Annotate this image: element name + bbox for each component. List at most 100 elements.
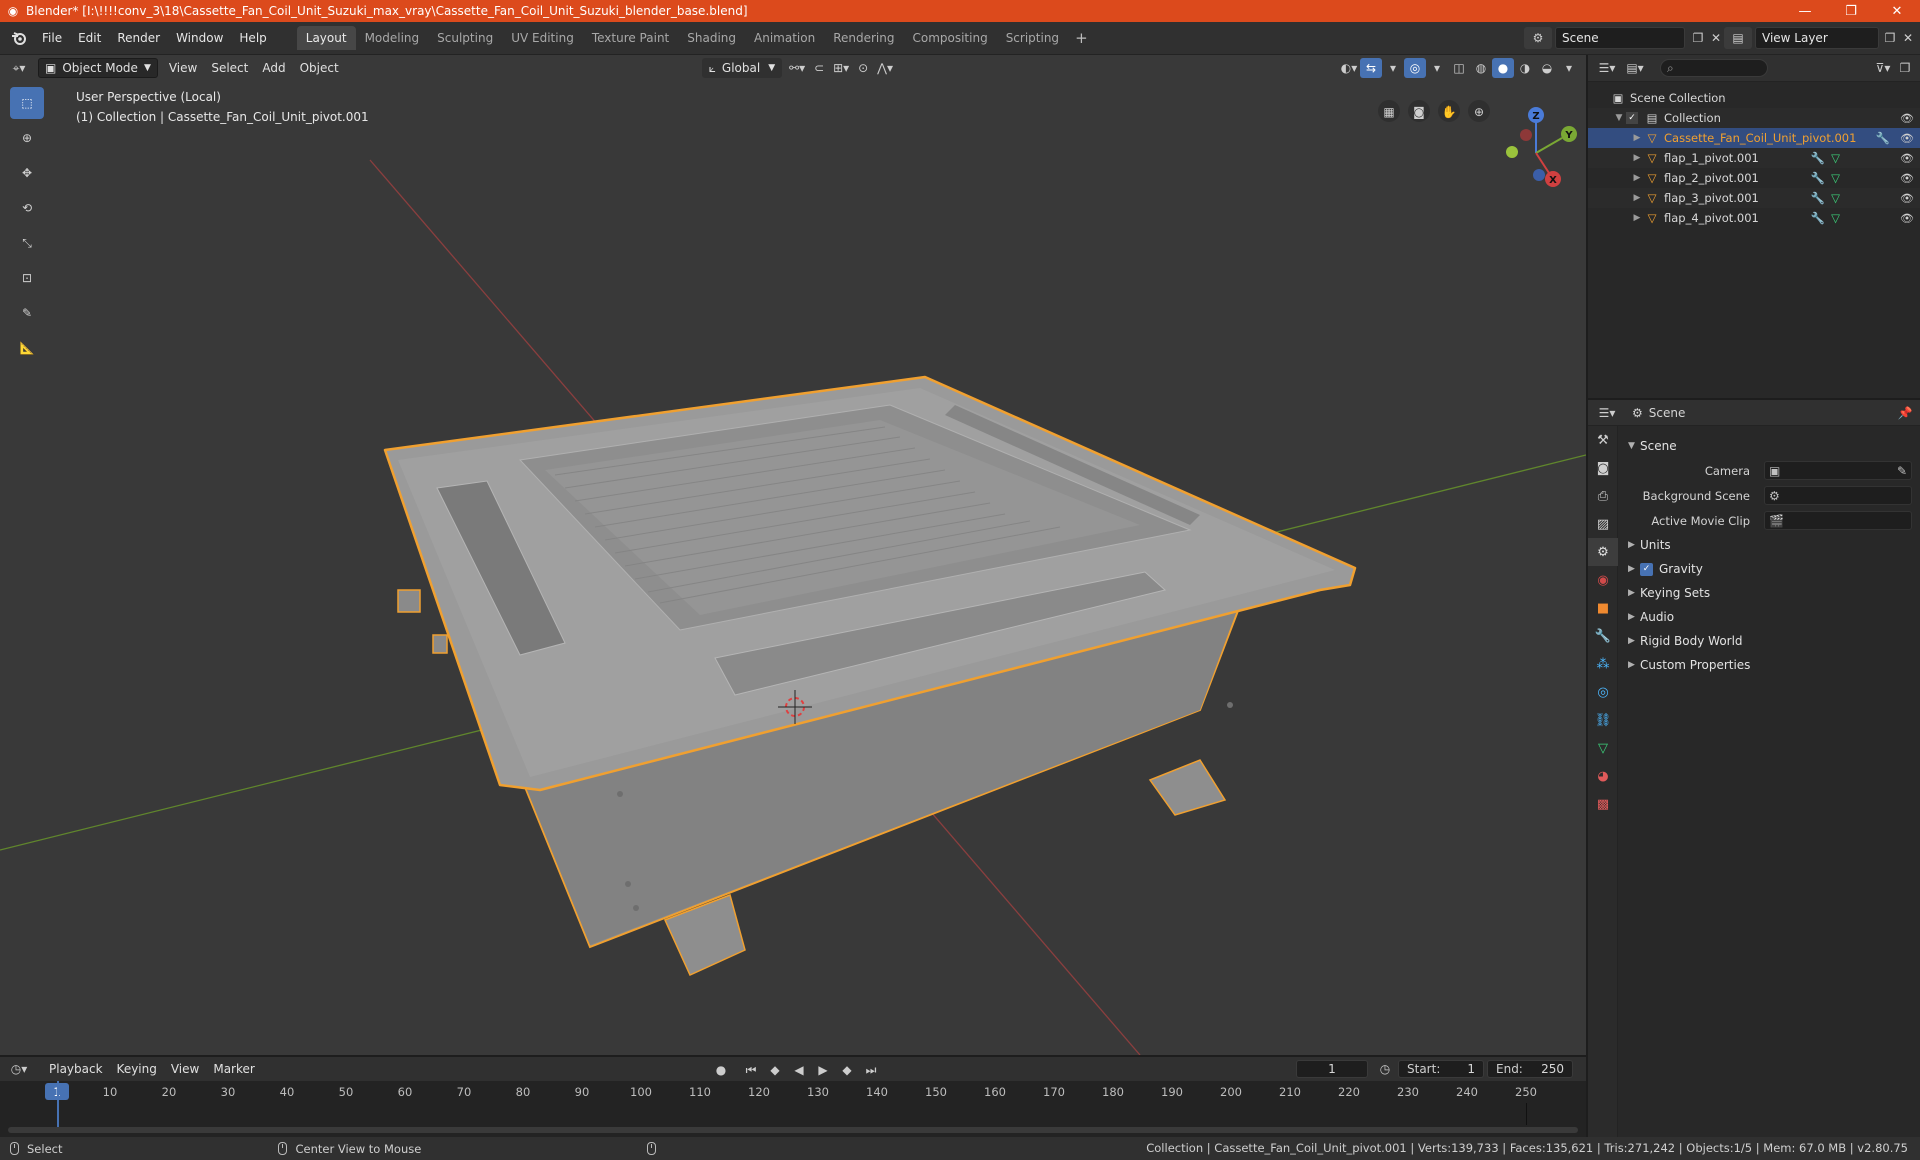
start-frame-field[interactable]: Start: 1 (1398, 1060, 1484, 1078)
viewport-menu-add[interactable]: Add (255, 61, 292, 75)
render-props-tab-icon[interactable]: ◙ (1588, 454, 1618, 482)
expand-arrow-icon[interactable]: ▶ (1630, 213, 1644, 223)
world-props-tab-icon[interactable]: ◉ (1588, 566, 1618, 594)
close-button[interactable]: ✕ (1874, 0, 1920, 22)
visibility-icon[interactable]: ◐▾ (1338, 58, 1360, 78)
timeline-track-area[interactable] (0, 1081, 1586, 1137)
tab-rendering[interactable]: Rendering (824, 26, 903, 50)
delete-scene-icon[interactable]: ✕ (1706, 27, 1726, 49)
physics-props-tab-icon[interactable]: ◎ (1588, 678, 1618, 706)
expand-arrow-icon[interactable]: ▶ (1630, 193, 1644, 203)
outliner-editor-type-icon[interactable]: ☰▾ (1596, 58, 1618, 78)
tool-props-tab-icon[interactable]: ⚒ (1588, 426, 1618, 454)
viewport-menu-object[interactable]: Object (293, 61, 346, 75)
view-layer-props-tab-icon[interactable]: ▨ (1588, 510, 1618, 538)
overlay-toggle-icon[interactable]: ◎ (1404, 58, 1426, 78)
menu-help[interactable]: Help (231, 28, 274, 48)
zoom-view-icon[interactable]: ⊕ (1468, 100, 1490, 122)
menu-window[interactable]: Window (168, 28, 231, 48)
camera-field[interactable]: ▣ ✎ (1764, 461, 1912, 480)
rendered-shading-icon[interactable]: ◒ (1536, 58, 1558, 78)
blender-menu-icon[interactable] (8, 27, 30, 49)
gizmo-z-label[interactable]: Z (1532, 111, 1539, 122)
selected-object-cassette[interactable] (383, 375, 1357, 976)
mesh-data-icon[interactable]: ▽ (1831, 151, 1840, 165)
record-icon[interactable]: ● (710, 1060, 732, 1080)
expand-arrow-icon[interactable]: ▶ (1630, 133, 1644, 143)
outliner-scene-collection[interactable]: ▣ Scene Collection (1588, 88, 1920, 108)
view-layer-browse-icon[interactable]: ▤ (1724, 27, 1752, 49)
wireframe-shading-icon[interactable]: ◍ (1470, 58, 1492, 78)
scene-browse-icon[interactable]: ⚙ (1524, 27, 1552, 49)
scene-selector[interactable]: Scene (1555, 27, 1685, 49)
end-frame-field[interactable]: End: 250 (1487, 1060, 1573, 1078)
scale-tool-icon[interactable]: ⤡ (10, 227, 44, 259)
output-props-tab-icon[interactable]: ⎙ (1588, 482, 1618, 510)
new-view-layer-icon[interactable]: ❐ (1880, 27, 1900, 49)
new-scene-icon[interactable]: ❐ (1688, 27, 1708, 49)
expand-arrow-icon[interactable]: ▼ (1612, 113, 1626, 123)
outliner-collection[interactable]: ▼ ✓ ▤ Collection 👁 (1588, 108, 1920, 128)
pin-icon[interactable]: 📌 (1894, 403, 1916, 423)
eyedropper-icon[interactable]: ✎ (1897, 464, 1907, 478)
gravity-section[interactable]: ▶ ✓ Gravity (1620, 557, 1920, 581)
gizmo-toggle-icon[interactable]: ⇆ (1360, 58, 1382, 78)
solid-shading-icon[interactable]: ● (1492, 58, 1514, 78)
tab-layout[interactable]: Layout (296, 26, 356, 50)
viewport-menu-view[interactable]: View (162, 61, 204, 75)
expand-arrow-icon[interactable]: ▶ (1630, 173, 1644, 183)
expand-arrow-icon[interactable]: ▶ (1630, 153, 1644, 163)
outliner-item[interactable]: ▶ ▽ flap_2_pivot.001 🔧 ▽ 👁 (1588, 168, 1920, 188)
jump-start-icon[interactable]: ⏮ (740, 1060, 762, 1080)
proportional-falloff-icon[interactable]: ⋀▾ (874, 58, 896, 78)
transform-orientation-selector[interactable]: ⟀ Global ▼ (701, 58, 783, 78)
timeline-menu-view[interactable]: View (164, 1062, 206, 1076)
outliner-search-input[interactable]: ⌕ (1660, 59, 1768, 77)
modifier-icon[interactable]: 🔧 (1811, 211, 1825, 225)
particles-props-tab-icon[interactable]: ⁂ (1588, 650, 1618, 678)
menu-render[interactable]: Render (109, 28, 168, 48)
navigation-gizmo[interactable]: ▦ ◙ ✋ ⊕ Z Y X (1346, 75, 1586, 225)
3d-viewport[interactable]: ⌖▾ ▣ Object Mode ▼ View Select Add Objec… (0, 55, 1586, 1055)
mesh-data-icon[interactable]: ▽ (1831, 191, 1840, 205)
move-tool-icon[interactable]: ✥ (10, 157, 44, 189)
timeline-menu-playback[interactable]: Playback (42, 1062, 110, 1076)
jump-keyframe-forward-icon[interactable]: ◆ (836, 1060, 858, 1080)
outliner-item[interactable]: ▶ ▽ Cassette_Fan_Coil_Unit_pivot.001 🔧 👁 (1588, 128, 1920, 148)
frame-ruler[interactable]: 1 10 20 30 40 50 60 70 80 90 100 110 120… (0, 1081, 1586, 1103)
play-icon[interactable]: ▶ (812, 1060, 834, 1080)
delete-view-layer-icon[interactable]: ✕ (1898, 27, 1918, 49)
modifier-icon[interactable]: 🔧 (1811, 191, 1825, 205)
editor-type-icon[interactable]: ⌖▾ (8, 58, 30, 78)
filter-icon[interactable]: ⊽▾ (1872, 58, 1894, 78)
timeline-menu-keying[interactable]: Keying (110, 1062, 164, 1076)
units-section[interactable]: ▶ Units (1620, 533, 1920, 557)
gizmo-dropdown-icon[interactable]: ▾ (1382, 58, 1404, 78)
viewport-menu-select[interactable]: Select (204, 61, 255, 75)
new-collection-icon[interactable]: ❐ (1894, 58, 1916, 78)
tab-shading[interactable]: Shading (678, 26, 745, 50)
play-reverse-icon[interactable]: ◀ (788, 1060, 810, 1080)
modifier-icon[interactable]: 🔧 (1876, 131, 1890, 145)
maximize-button[interactable]: ❐ (1828, 0, 1874, 22)
display-mode-icon[interactable]: ▤▾ (1624, 58, 1646, 78)
xray-toggle-icon[interactable]: ◫ (1448, 58, 1470, 78)
shading-dropdown-icon[interactable]: ▾ (1558, 58, 1580, 78)
tab-scripting[interactable]: Scripting (997, 26, 1068, 50)
audio-section[interactable]: ▶ Audio (1620, 605, 1920, 629)
material-props-tab-icon[interactable]: ◕ (1588, 762, 1618, 790)
measure-tool-icon[interactable]: 📐 (10, 332, 44, 364)
select-box-tool-icon[interactable]: ⬚ (10, 87, 44, 119)
modifier-icon[interactable]: 🔧 (1811, 151, 1825, 165)
eye-icon[interactable]: 👁 (1900, 112, 1914, 125)
pivot-point-icon[interactable]: ⚯▾ (786, 58, 808, 78)
cursor-tool-icon[interactable]: ⊕ (10, 122, 44, 154)
checkbox-icon[interactable]: ✓ (1626, 112, 1638, 124)
eye-icon[interactable]: 👁 (1900, 152, 1914, 165)
gravity-checkbox[interactable]: ✓ (1640, 562, 1653, 576)
eye-icon[interactable]: 👁 (1900, 192, 1914, 205)
clock-icon[interactable]: ◷ (1374, 1059, 1396, 1079)
camera-view-icon[interactable]: ◙ (1408, 100, 1430, 122)
rigid-body-world-section[interactable]: ▶ Rigid Body World (1620, 629, 1920, 653)
constraints-props-tab-icon[interactable]: ⛓ (1588, 706, 1618, 734)
